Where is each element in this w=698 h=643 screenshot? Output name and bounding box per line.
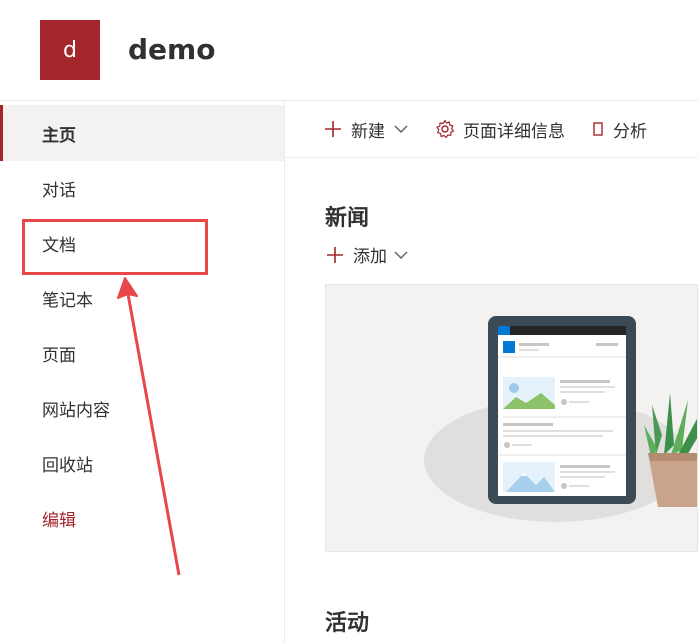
- site-title[interactable]: demo: [128, 30, 215, 70]
- sidebar-item-label: 网站内容: [42, 400, 110, 421]
- analytics-label: 分析: [613, 121, 647, 142]
- analytics-button[interactable]: 分析: [591, 101, 647, 157]
- plus-icon: [325, 121, 341, 137]
- sidebar-item-label: 页面: [42, 345, 76, 366]
- sidebar-item-pages[interactable]: 页面: [0, 325, 284, 381]
- analytics-icon: [593, 122, 603, 136]
- sidebar-edit-link[interactable]: 编辑: [0, 490, 284, 546]
- sidebar-item-label: 主页: [42, 125, 76, 146]
- sidebar-item-home[interactable]: 主页: [0, 105, 284, 161]
- sidebar-item-label: 编辑: [42, 510, 76, 531]
- chevron-down-icon: [394, 125, 408, 133]
- plus-icon: [327, 246, 343, 263]
- sidebar-item-site-contents[interactable]: 网站内容: [0, 380, 284, 436]
- page-details-button[interactable]: 页面详细信息: [435, 101, 565, 157]
- sidebar-item-label: 回收站: [42, 455, 93, 476]
- add-news-button[interactable]: 添加: [325, 242, 417, 267]
- page-details-label: 页面详细信息: [463, 121, 565, 142]
- command-bar: 新建 页面详细信息 分析: [285, 101, 698, 158]
- new-button[interactable]: 新建: [323, 101, 409, 157]
- news-placeholder-illustration: [325, 284, 698, 552]
- sidebar-item-recycle-bin[interactable]: 回收站: [0, 435, 284, 491]
- sidebar-item-notebook[interactable]: 笔记本: [0, 270, 284, 326]
- site-logo[interactable]: d: [40, 20, 100, 80]
- activity-section-title: 活动: [325, 611, 370, 636]
- tablet-illustration: [424, 316, 697, 522]
- add-news-label: 添加: [353, 247, 387, 267]
- site-logo-letter: d: [63, 37, 77, 63]
- news-section-title: 新闻: [325, 206, 370, 231]
- new-button-label: 新建: [351, 121, 385, 142]
- site-header: d demo: [0, 0, 698, 101]
- chevron-down-icon: [394, 251, 408, 259]
- annotation-highlight-box: [22, 219, 208, 275]
- sidebar-item-label: 对话: [42, 180, 76, 201]
- gear-icon: [436, 119, 455, 139]
- sidebar-nav: 主页 对话 文档 笔记本 页面 网站内容 回收站 编辑: [0, 101, 285, 643]
- sidebar-item-label: 笔记本: [42, 290, 93, 311]
- sidebar-item-conversations[interactable]: 对话: [0, 160, 284, 216]
